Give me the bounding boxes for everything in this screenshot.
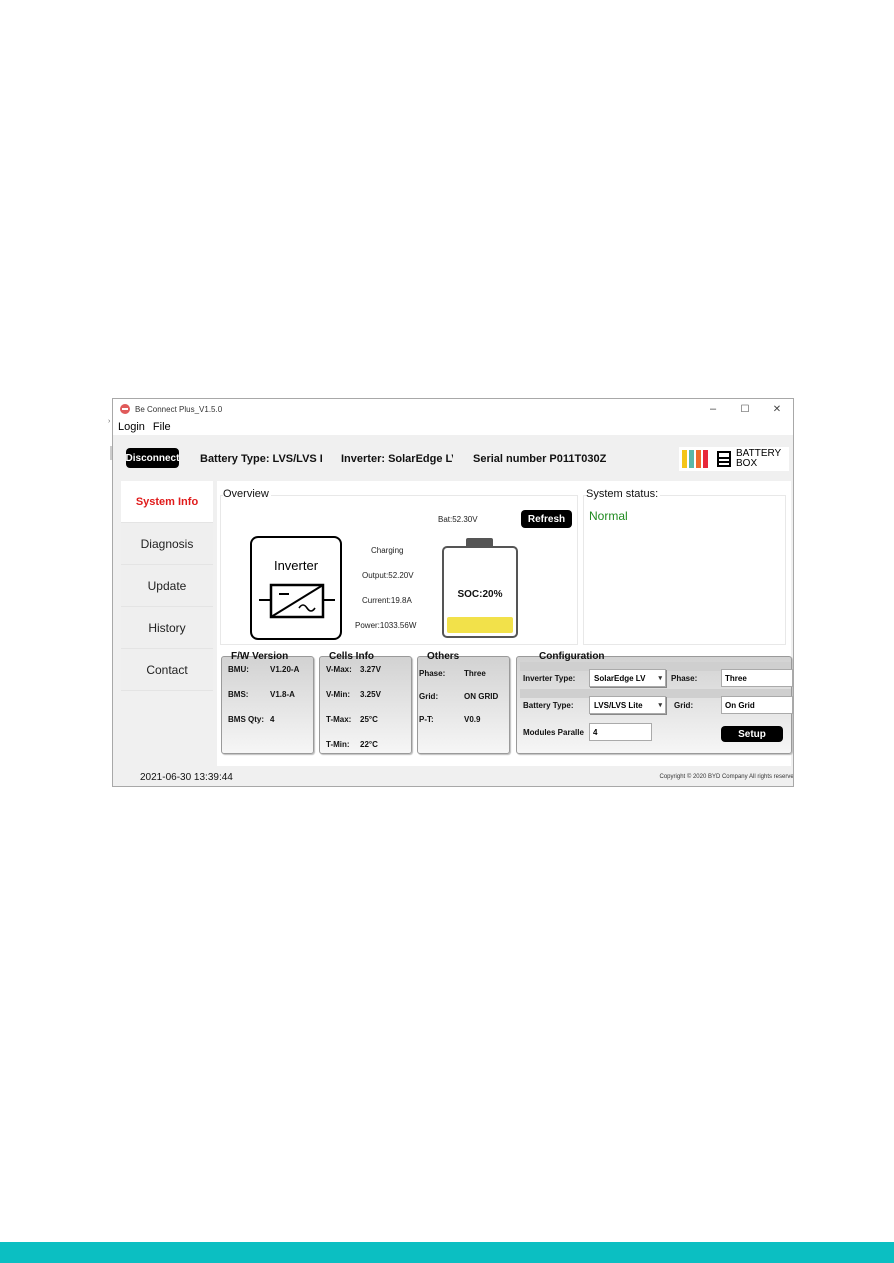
inverter-info: Inverter: SolarEdge LV	[341, 453, 453, 465]
phase-field[interactable]: Three	[721, 669, 793, 687]
grid-config-label: Grid:	[674, 701, 694, 710]
grid-field[interactable]: On Grid	[721, 696, 793, 714]
inverter-symbol-icon	[259, 583, 335, 619]
logo-line2: BOX	[736, 458, 758, 469]
serial-number-info: Serial number P011T030Z	[473, 453, 607, 465]
overview-title: Overview	[223, 488, 271, 500]
logo-bar	[689, 450, 694, 468]
grid-label: Grid:	[419, 692, 439, 701]
current-value: Current:19.8A	[362, 596, 412, 605]
menu-file[interactable]: File	[149, 421, 175, 433]
v-min-label: V-Min:	[326, 690, 350, 699]
others-panel: Others Phase: Three Grid: ON GRID P-T: V…	[417, 651, 510, 754]
copyright: Copyright © 2020 BYD Company All rights …	[659, 774, 794, 780]
status-bar: 2021-06-30 13:39:44 Copyright © 2020 BYD…	[113, 766, 794, 786]
pt-label: P-T:	[419, 715, 434, 724]
edge-marker: ›	[108, 418, 111, 425]
power-value: Power:1033.56W	[355, 621, 417, 630]
inverter-type-select[interactable]: SolarEdge LV ▾	[589, 669, 666, 687]
dropdown-arrow-icon: ▾	[658, 702, 662, 709]
bms-value: V1.8-A	[270, 690, 295, 699]
phase-value: Three	[464, 669, 486, 678]
grid-value: ON GRID	[464, 692, 499, 701]
system-info-content: Overview Inverter Charging Output:52.20V…	[217, 481, 793, 766]
inverter-type-label: Inverter Type:	[523, 674, 576, 683]
v-min-value: 3.25V	[360, 690, 381, 699]
system-status-title: System status:	[586, 488, 661, 500]
charging-state: Charging	[371, 546, 404, 555]
cells-info-title: Cells Info	[329, 651, 375, 662]
menu-bar: Login File	[113, 419, 175, 435]
system-status-group: System status: Normal	[583, 488, 786, 645]
datetime: 2021-06-30 13:39:44	[140, 772, 233, 783]
configuration-panel: Configuration Inverter Type: SolarEdge L…	[516, 651, 793, 754]
t-max-label: T-Max:	[326, 715, 352, 724]
menu-login[interactable]: Login	[113, 421, 149, 433]
fw-version-panel: F/W Version BMU: V1.20-A BMS: V1.8-A BMS…	[221, 651, 314, 754]
sidebar-item-system-info[interactable]: System Info	[121, 481, 213, 523]
t-max-value: 25°C	[360, 715, 378, 724]
battery-gauge: SOC:20%	[442, 546, 518, 638]
app-window: Be Connect Plus_V1.5.0 – ☐ ✕ Login File …	[112, 398, 794, 787]
inverter-type-value: SolarEdge LV	[594, 673, 646, 683]
inverter-diagram: Inverter	[250, 536, 342, 640]
sidebar: System Info Diagnosis Update History Con…	[121, 481, 213, 691]
logo-bar	[703, 450, 708, 468]
minimize-button[interactable]: –	[697, 399, 729, 419]
fw-version-title: F/W Version	[231, 651, 289, 662]
bms-qty-label: BMS Qty:	[228, 715, 264, 724]
title-bar: Be Connect Plus_V1.5.0 – ☐ ✕	[113, 399, 793, 419]
t-min-value: 22°C	[360, 740, 378, 749]
pt-value: V0.9	[464, 715, 481, 724]
soc-label: SOC:20%	[457, 589, 503, 600]
battery-type-value: LVS/LVS Lite	[594, 700, 643, 710]
setup-button[interactable]: Setup	[721, 726, 783, 742]
battery-voltage: Bat:52.30V	[438, 515, 478, 524]
cells-info-panel: Cells Info V-Max: 3.27V V-Min: 3.25V T-M…	[319, 651, 412, 754]
battery-type-label: Battery Type:	[523, 701, 574, 710]
phase-field-value: Three	[725, 673, 747, 683]
t-min-label: T-Min:	[326, 740, 350, 749]
battery-type-select[interactable]: LVS/LVS Lite ▾	[589, 696, 666, 714]
phase-label: Phase:	[419, 669, 446, 678]
page-footer-bar	[0, 1242, 894, 1263]
v-max-value: 3.27V	[360, 665, 381, 674]
modules-parallel-value: 4	[593, 727, 598, 737]
battery-box-logo: BATTERY BOX	[679, 447, 789, 471]
battery-fill-level	[447, 617, 513, 633]
byd-app-icon	[120, 404, 130, 414]
system-status-value: Normal	[589, 509, 628, 523]
logo-bar	[696, 450, 701, 468]
bms-label: BMS:	[228, 690, 249, 699]
bmu-value: V1.20-A	[270, 665, 300, 674]
others-title: Others	[427, 651, 460, 662]
logo-text: BATTERY BOX	[736, 449, 781, 469]
toolbar: Disconnect Battery Type: LVS/LVS L Inver…	[113, 435, 793, 481]
phase-config-label: Phase:	[671, 674, 698, 683]
overview-group: Overview Inverter Charging Output:52.20V…	[220, 488, 578, 645]
maximize-button[interactable]: ☐	[729, 399, 761, 419]
refresh-button[interactable]: Refresh	[521, 510, 572, 528]
battery-box-icon	[717, 451, 731, 467]
sidebar-item-update[interactable]: Update	[121, 565, 213, 607]
disconnect-button[interactable]: Disconnect	[126, 448, 179, 468]
inverter-label: Inverter	[273, 558, 319, 573]
dropdown-arrow-icon: ▾	[658, 675, 662, 682]
modules-parallel-label: Modules Paralle	[523, 728, 584, 737]
bms-qty-value: 4	[270, 715, 275, 724]
window-title: Be Connect Plus_V1.5.0	[135, 404, 223, 414]
output-voltage: Output:52.20V	[362, 571, 414, 580]
modules-parallel-input[interactable]: 4	[589, 723, 652, 741]
sidebar-item-diagnosis[interactable]: Diagnosis	[121, 523, 213, 565]
logo-color-bars	[680, 450, 708, 468]
close-button[interactable]: ✕	[761, 399, 793, 419]
bmu-label: BMU:	[228, 665, 249, 674]
sidebar-item-history[interactable]: History	[121, 607, 213, 649]
grid-field-value: On Grid	[725, 700, 755, 710]
configuration-title: Configuration	[539, 651, 605, 662]
v-max-label: V-Max:	[326, 665, 352, 674]
sidebar-item-contact[interactable]: Contact	[121, 649, 213, 691]
logo-bar	[682, 450, 687, 468]
battery-type-info: Battery Type: LVS/LVS L	[200, 453, 322, 465]
